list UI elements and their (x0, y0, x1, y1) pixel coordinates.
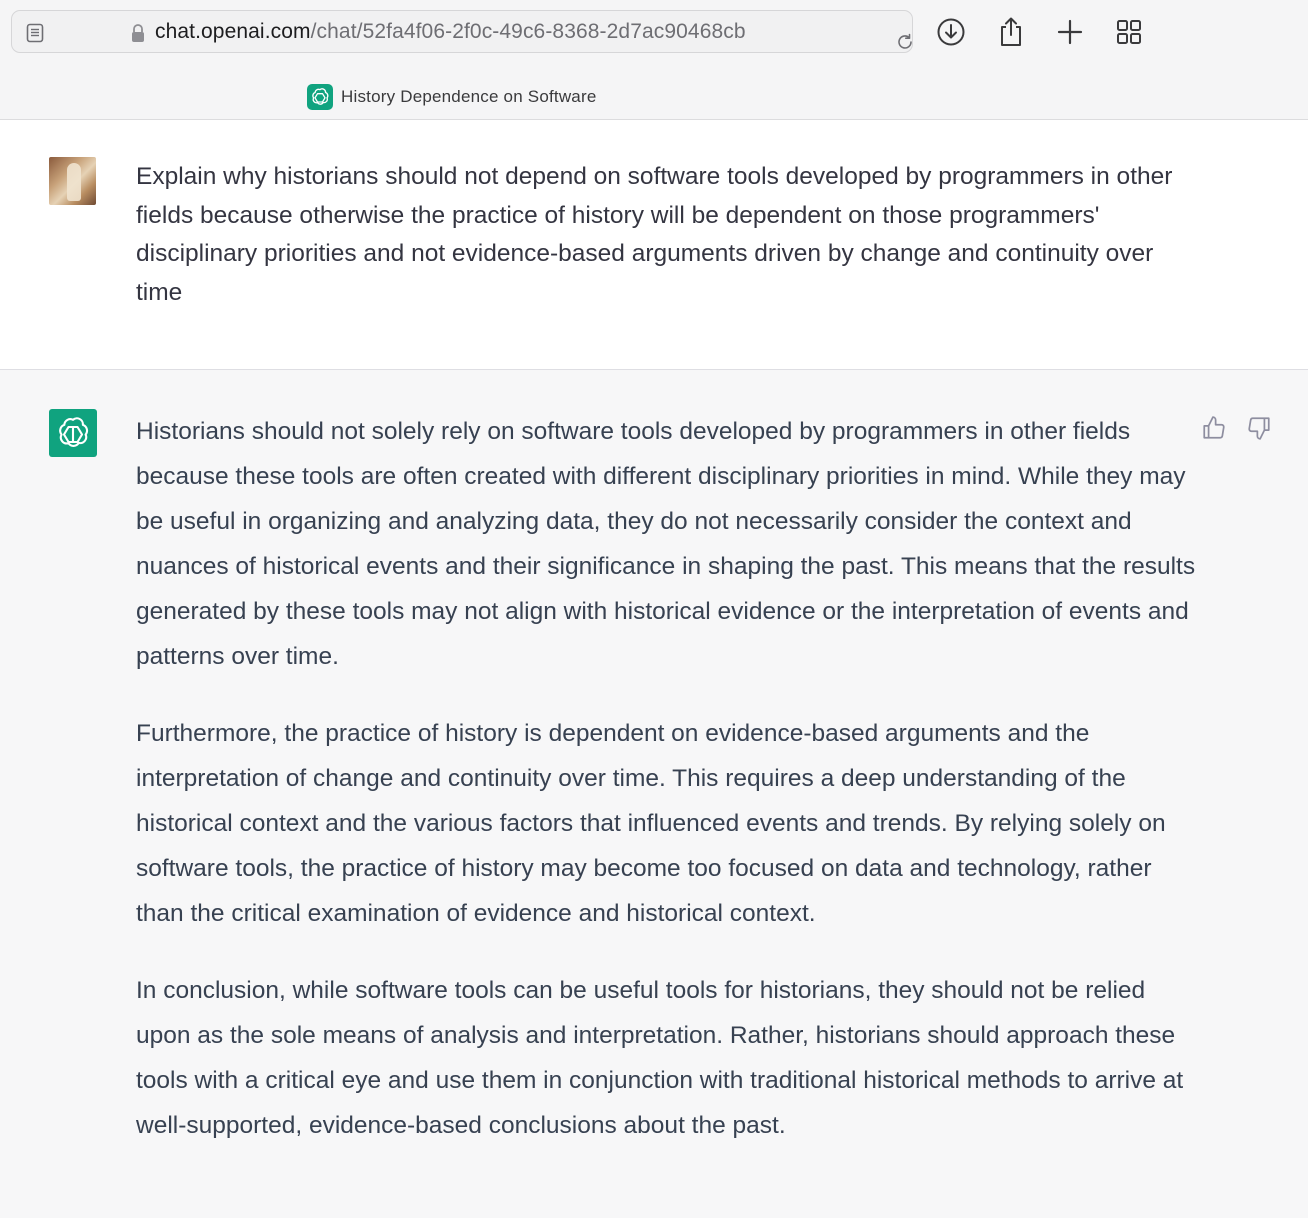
url-path: /chat/52fa4f06-2f0c-49c6-8368-2d7ac90468… (310, 20, 746, 43)
assistant-message-row: Historians should not solely rely on sof… (0, 370, 1308, 1218)
tab-overview-icon (1117, 20, 1141, 44)
lock-icon (132, 24, 144, 42)
tab-active[interactable]: History Dependence on Software (307, 84, 596, 110)
user-message: Explain why historians should not depend… (136, 163, 1173, 306)
share-icon (1001, 17, 1021, 46)
thumbs-up-button[interactable] (1200, 414, 1228, 442)
reader-icon[interactable] (26, 23, 44, 43)
download-button[interactable] (934, 14, 968, 50)
url-host: chat.openai.com (155, 20, 311, 43)
assistant-message: Historians should not solely rely on sof… (136, 409, 1196, 1180)
download-icon (937, 18, 965, 46)
openai-logo-icon (307, 84, 333, 110)
thumbs-down-icon (1248, 417, 1270, 440)
browser-toolbar: chat.openai.com/chat/52fa4f06-2f0c-49c6-… (0, 0, 1308, 66)
user-message-row: Explain why historians should not depend… (0, 120, 1308, 370)
assistant-paragraph: In conclusion, while software tools can … (136, 977, 1184, 1139)
assistant-paragraph: Historians should not solely rely on sof… (136, 418, 1196, 670)
new-tab-button[interactable] (1053, 14, 1087, 50)
openai-logo-icon (59, 417, 89, 447)
thumbs-down-button[interactable] (1245, 414, 1273, 442)
tab-bar: History Dependence on Software (0, 66, 1308, 120)
url-text[interactable]: chat.openai.com/chat/52fa4f06-2f0c-49c6-… (155, 20, 746, 44)
user-avatar (49, 157, 96, 205)
assistant-paragraph: Furthermore, the practice of history is … (136, 720, 1166, 927)
reload-icon[interactable] (894, 31, 916, 53)
tab-overview-button[interactable] (1112, 14, 1146, 50)
tab-title: History Dependence on Software (341, 87, 597, 106)
thumbs-up-icon (1203, 416, 1225, 439)
new-tab-icon (1057, 19, 1083, 45)
share-button[interactable] (994, 14, 1028, 50)
chatgpt-avatar (49, 409, 97, 457)
